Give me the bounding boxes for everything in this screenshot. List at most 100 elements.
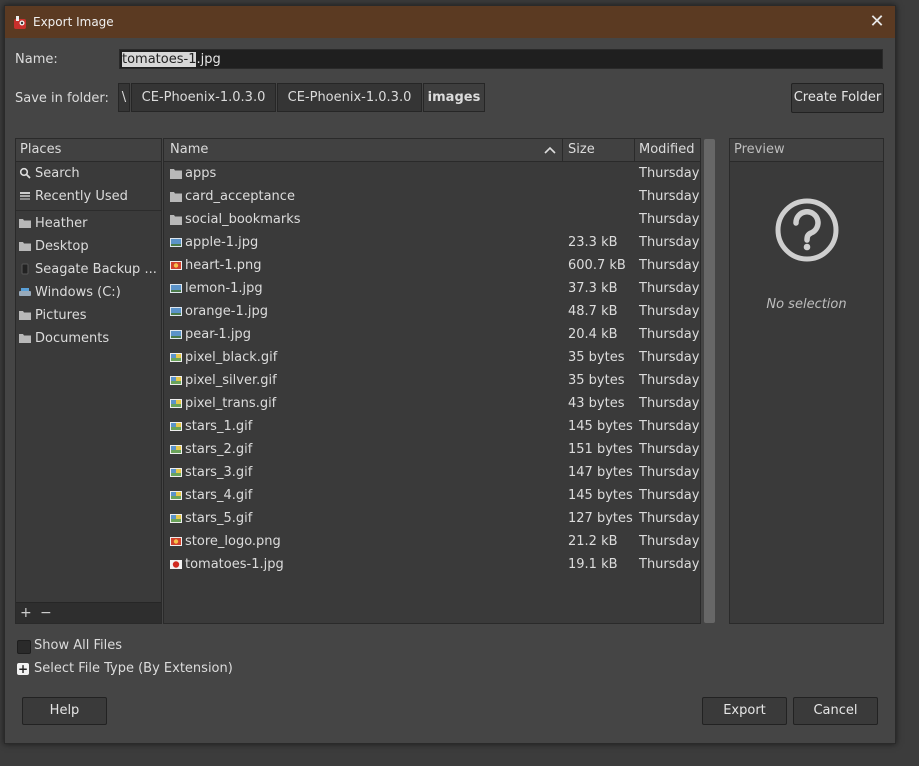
file-row[interactable]: apps Thursday (164, 162, 700, 185)
file-modified: Thursday (639, 350, 700, 365)
places-item-label: Heather (35, 216, 88, 231)
name-label: Name: (15, 52, 58, 67)
show-all-files-label: Show All Files (34, 638, 122, 653)
file-modified: Thursday (639, 534, 700, 549)
file-row[interactable]: stars_3.gif 147 bytes Thursday (164, 461, 700, 484)
file-row[interactable]: apple-1.jpg 23.3 kB Thursday (164, 231, 700, 254)
preview-panel: Preview No selection (729, 138, 884, 624)
file-name: stars_1.gif (185, 419, 253, 434)
drive-icon (21, 263, 29, 275)
create-folder-button[interactable]: Create Folder (791, 83, 884, 113)
column-name[interactable]: Name (170, 139, 208, 161)
add-bookmark-button[interactable]: + (20, 603, 32, 623)
file-list-scrollbar[interactable] (704, 139, 715, 623)
select-file-type-expander[interactable]: Select File Type (By Extension) (34, 661, 233, 676)
file-row[interactable]: pixel_black.gif 35 bytes Thursday (164, 346, 700, 369)
file-row[interactable]: store_logo.png 21.2 kB Thursday (164, 530, 700, 553)
places-item-desktop[interactable]: Desktop (16, 235, 161, 258)
places-divider (16, 210, 161, 211)
remove-bookmark-button[interactable]: − (40, 603, 52, 623)
file-name: orange-1.jpg (185, 304, 268, 319)
file-name: lemon-1.jpg (185, 281, 263, 296)
file-size: 600.7 kB (568, 258, 626, 273)
image-file-icon (170, 330, 182, 339)
file-row[interactable]: orange-1.jpg 48.7 kB Thursday (164, 300, 700, 323)
file-row[interactable]: pixel_silver.gif 35 bytes Thursday (164, 369, 700, 392)
file-list-header: Name Size Modified (164, 139, 700, 162)
places-item-windows-c[interactable]: Windows (C:) (16, 281, 161, 304)
gimp-app-icon (14, 16, 26, 29)
image-file-icon (170, 422, 182, 431)
search-icon (19, 167, 31, 179)
file-name: pixel_black.gif (185, 350, 278, 365)
places-item-heather[interactable]: Heather (16, 212, 161, 235)
file-size: 19.1 kB (568, 557, 618, 572)
file-modified: Thursday (639, 419, 700, 434)
file-modified: Thursday (639, 304, 700, 319)
file-row[interactable]: stars_4.gif 145 bytes Thursday (164, 484, 700, 507)
preview-header: Preview (730, 139, 883, 162)
file-row[interactable]: pixel_trans.gif 43 bytes Thursday (164, 392, 700, 415)
folder-icon (170, 215, 182, 225)
filename-extension-text: .jpg (196, 52, 221, 67)
clock-icon (20, 192, 30, 200)
question-icon (775, 198, 839, 262)
places-item-search[interactable]: Search (16, 162, 161, 185)
file-modified: Thursday (639, 373, 700, 388)
places-item-label: Seagate Backup ... (35, 262, 157, 277)
file-row[interactable]: stars_5.gif 127 bytes Thursday (164, 507, 700, 530)
places-item-label: Recently Used (35, 189, 128, 204)
filename-input[interactable]: tomatoes-1.jpg (119, 49, 883, 69)
breadcrumb-images[interactable]: images (423, 83, 485, 112)
image-file-icon (170, 491, 182, 500)
file-modified: Thursday (639, 442, 700, 457)
file-name: social_bookmarks (185, 212, 301, 227)
file-name: card_acceptance (185, 189, 295, 204)
folder-icon (19, 311, 31, 320)
places-item-label: Pictures (35, 308, 87, 323)
column-size[interactable]: Size (568, 139, 595, 161)
column-modified[interactable]: Modified (639, 139, 694, 161)
places-item-recently-used[interactable]: Recently Used (16, 185, 161, 208)
places-item-label: Windows (C:) (35, 285, 121, 300)
expand-plus-icon[interactable]: + (17, 663, 29, 675)
places-toolbar: + − (16, 602, 161, 623)
file-size: 35 bytes (568, 350, 625, 365)
file-row[interactable]: stars_1.gif 145 bytes Thursday (164, 415, 700, 438)
file-name: stars_2.gif (185, 442, 253, 457)
file-row[interactable]: pear-1.jpg 20.4 kB Thursday (164, 323, 700, 346)
file-modified: Thursday (639, 465, 700, 480)
file-modified: Thursday (639, 488, 700, 503)
file-size: 48.7 kB (568, 304, 618, 319)
file-name: store_logo.png (185, 534, 281, 549)
places-item-label: Desktop (35, 239, 89, 254)
sort-ascending-icon[interactable] (544, 139, 556, 161)
file-size: 37.3 kB (568, 281, 618, 296)
file-name: tomatoes-1.jpg (185, 557, 284, 572)
file-size: 145 bytes (568, 488, 633, 503)
show-all-files-checkbox[interactable] (17, 640, 31, 654)
breadcrumb-ce-phoenix-1[interactable]: CE-Phoenix-1.0.3.0 (131, 83, 276, 112)
file-row[interactable]: tomatoes-1.jpg 19.1 kB Thursday (164, 553, 700, 576)
image-file-icon (170, 514, 182, 523)
cancel-button[interactable]: Cancel (793, 697, 878, 725)
help-button[interactable]: Help (22, 697, 107, 725)
file-row[interactable]: lemon-1.jpg 37.3 kB Thursday (164, 277, 700, 300)
breadcrumb-root[interactable]: \ (118, 83, 130, 112)
close-icon[interactable]: ✕ (867, 12, 887, 32)
file-modified: Thursday (639, 396, 700, 411)
file-row[interactable]: heart-1.png 600.7 kB Thursday (164, 254, 700, 277)
file-row[interactable]: social_bookmarks Thursday (164, 208, 700, 231)
file-row[interactable]: stars_2.gif 151 bytes Thursday (164, 438, 700, 461)
file-name: stars_5.gif (185, 511, 253, 526)
places-header: Places (16, 139, 161, 162)
image-file-icon (170, 376, 182, 385)
places-item-pictures[interactable]: Pictures (16, 304, 161, 327)
places-item-seagate-backup[interactable]: Seagate Backup ... (16, 258, 161, 281)
breadcrumb-ce-phoenix-2[interactable]: CE-Phoenix-1.0.3.0 (277, 83, 422, 112)
places-item-documents[interactable]: Documents (16, 327, 161, 350)
image-file-icon (170, 353, 182, 362)
file-row[interactable]: card_acceptance Thursday (164, 185, 700, 208)
export-button[interactable]: Export (702, 697, 787, 725)
file-size: 35 bytes (568, 373, 625, 388)
